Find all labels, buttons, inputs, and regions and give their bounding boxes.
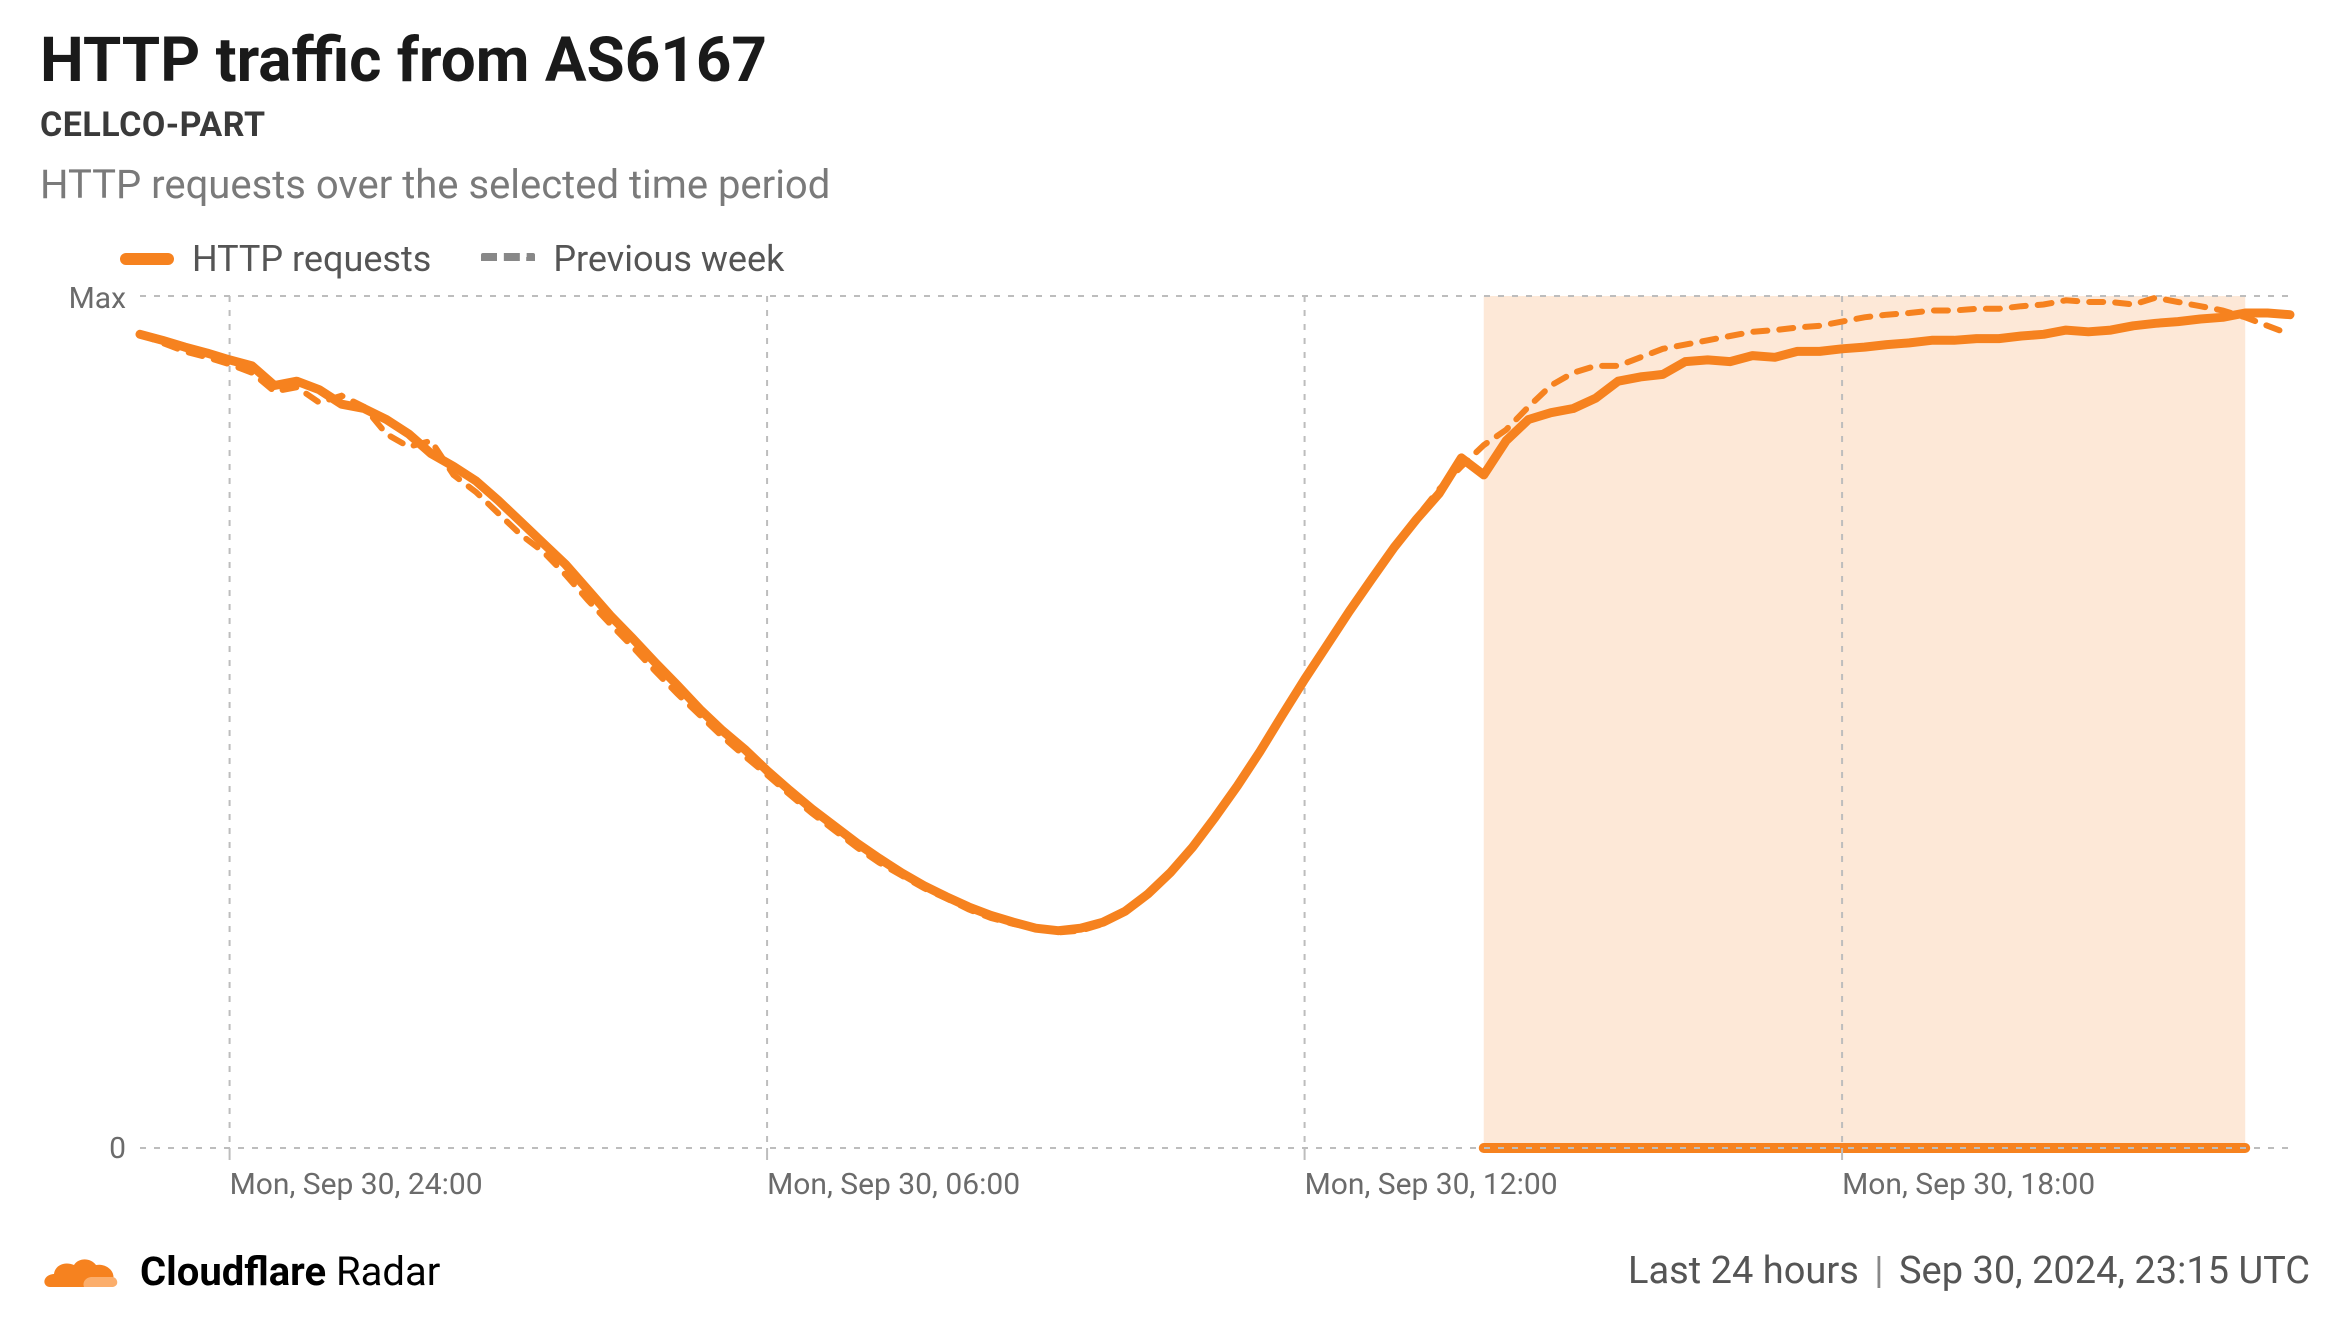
brand-rest: Radar [326, 1248, 440, 1295]
timestamp-area: Last 24 hours | Sep 30, 2024, 23:15 UTC [1628, 1249, 2310, 1293]
brand-bold: Cloudflare [140, 1248, 326, 1295]
chart-subtitle: CELLCO-PART [40, 105, 2310, 145]
footer: Cloudflare Radar Last 24 hours | Sep 30,… [40, 1226, 2310, 1316]
brand: Cloudflare Radar [40, 1241, 440, 1301]
legend: HTTP requests Previous week [120, 238, 2310, 280]
chart-title: HTTP traffic from AS6167 [40, 24, 2310, 97]
y-tick-max: Max [69, 286, 127, 316]
chart-area: Max 0 Mon, Sep 30, 24:00 Mon, Sep 30, 06:00… [40, 286, 2310, 1218]
legend-swatch-dashed [481, 253, 535, 273]
y-tick-zero: 0 [109, 1131, 126, 1166]
brand-text: Cloudflare Radar [140, 1248, 440, 1295]
legend-label: Previous week [553, 238, 784, 280]
chart-description: HTTP requests over the selected time per… [40, 161, 2310, 208]
timestamp: Sep 30, 2024, 23:15 UTC [1899, 1249, 2310, 1293]
x-tick-label: Mon, Sep 30, 12:00 [1305, 1167, 1558, 1202]
legend-item-requests: HTTP requests [120, 238, 431, 280]
x-tick-label: Mon, Sep 30, 06:00 [767, 1167, 1020, 1202]
x-tick-label: Mon, Sep 30, 18:00 [1842, 1167, 2095, 1202]
legend-label: HTTP requests [192, 238, 431, 280]
x-tick-label: Mon, Sep 30, 24:00 [230, 1167, 483, 1202]
cloudflare-logo-icon [40, 1241, 120, 1301]
time-range: Last 24 hours [1628, 1249, 1859, 1293]
highlight-region [1484, 296, 2245, 1148]
legend-swatch-solid [120, 253, 174, 265]
separator: | [1868, 1249, 1889, 1293]
line-chart: Max 0 Mon, Sep 30, 24:00 Mon, Sep 30, 06:00… [40, 286, 2310, 1218]
legend-item-previous: Previous week [481, 238, 784, 280]
